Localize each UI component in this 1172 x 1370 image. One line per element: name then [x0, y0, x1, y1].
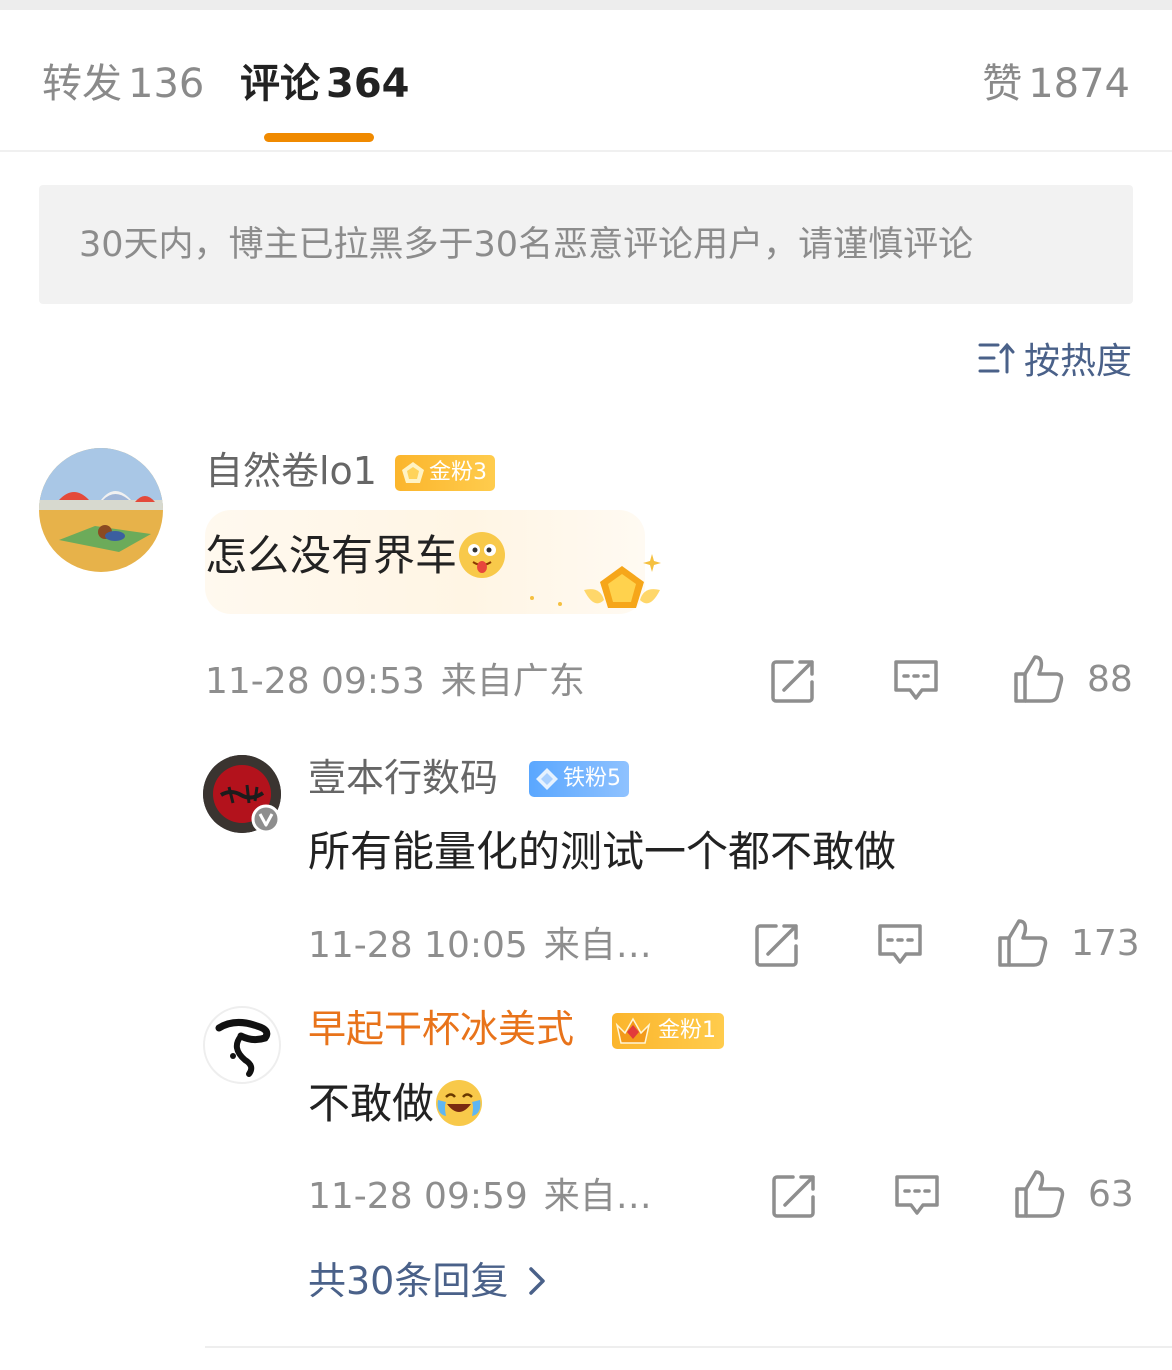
more-replies-label: 共30条回复	[308, 1259, 509, 1303]
divider	[205, 1346, 1172, 1348]
diamond-icon	[536, 768, 558, 790]
thumbs-up-icon	[998, 919, 1048, 967]
like-button[interactable]: 173	[997, 918, 1140, 968]
view-all-replies-link[interactable]: 共30条回复	[308, 1258, 546, 1304]
comment-text: 怎么没有界车	[205, 530, 506, 582]
comment-icon	[895, 1175, 939, 1215]
fan-badge[interactable]: 金粉3	[395, 455, 495, 491]
reply-meta: 11-28 10:05 来自…	[308, 924, 652, 968]
share-button[interactable]	[754, 922, 800, 972]
like-count: 88	[1087, 658, 1133, 700]
reply-button[interactable]	[892, 658, 940, 708]
notice-text: 30天内，博主已拉黑多于30名恶意评论用户，请谨慎评论	[79, 225, 974, 265]
share-icon	[772, 1175, 815, 1218]
top-strip	[0, 0, 1172, 10]
tab-bar: 转发 136 评论 364 赞 1874	[0, 10, 1172, 152]
tab-likes[interactable]: 赞 1874	[982, 60, 1130, 108]
reply-text-content: 不敢做	[308, 1079, 435, 1128]
fan-badge[interactable]: 金粉1	[612, 1013, 724, 1049]
reply-time: 11-28 09:59	[308, 1176, 528, 1217]
sort-label: 按热度	[1023, 341, 1132, 382]
share-icon	[771, 660, 814, 703]
comment-icon	[894, 660, 938, 700]
reply-location: 来自…	[543, 925, 652, 966]
reply-button[interactable]	[876, 922, 924, 972]
gold-fan-icon	[402, 462, 424, 483]
gold-fan-bubble-emblem	[530, 554, 661, 608]
share-button[interactable]	[771, 1173, 817, 1223]
crown-icon	[615, 1017, 651, 1044]
reply-text: 不敢做	[308, 1078, 483, 1130]
tab-reposts[interactable]: 转发 136	[42, 60, 204, 108]
reply-username[interactable]: 早起干杯冰美式	[308, 1006, 574, 1052]
tab-comments-count: 364	[326, 61, 410, 107]
like-button[interactable]: 63	[1014, 1169, 1134, 1219]
laughing-tears-emoji-icon	[436, 1080, 483, 1126]
comment-text-content: 怎么没有界车	[205, 531, 458, 580]
reply-time: 11-28 10:05	[308, 925, 528, 966]
share-icon	[755, 924, 798, 967]
reply-location: 来自…	[543, 1176, 652, 1217]
reply-button[interactable]	[893, 1173, 941, 1223]
thumbs-up-icon	[1014, 655, 1064, 703]
fan-badge[interactable]: 铁粉5	[529, 761, 629, 797]
tab-reposts-label: 转发	[42, 61, 122, 107]
reply-username[interactable]: 壹本行数码	[308, 755, 498, 801]
fan-badge-label: 金粉1	[658, 1018, 716, 1043]
fan-badge-label: 铁粉5	[563, 766, 621, 791]
sort-button[interactable]: 按热度	[978, 334, 1132, 382]
comment-meta: 11-28 09:53 来自广东	[205, 660, 585, 704]
avatar[interactable]	[203, 1006, 281, 1084]
tab-comments-label: 评论	[240, 61, 320, 107]
fan-badge-label: 金粉3	[429, 460, 487, 485]
tab-likes-count: 1874	[1028, 61, 1130, 107]
reply-text: 所有能量化的测试一个都不敢做	[308, 827, 897, 876]
chevron-right-icon	[529, 1267, 546, 1295]
tongue-out-emoji-icon	[459, 532, 506, 578]
blocked-users-notice: 30天内，博主已拉黑多于30名恶意评论用户，请谨慎评论	[39, 185, 1133, 304]
share-button[interactable]	[770, 658, 816, 708]
avatar[interactable]	[39, 448, 163, 572]
like-button[interactable]: 88	[1013, 654, 1133, 704]
comment-username[interactable]: 自然卷lo1	[205, 448, 377, 494]
verified-icon	[251, 804, 281, 834]
tab-likes-label: 赞	[982, 61, 1023, 107]
comment-icon	[878, 924, 922, 964]
reply-meta: 11-28 09:59 来自…	[308, 1175, 652, 1219]
sort-icon	[978, 342, 1015, 374]
tab-comments[interactable]: 评论 364	[240, 60, 410, 108]
active-tab-indicator	[264, 133, 374, 142]
comment-location: 来自广东	[440, 661, 585, 702]
like-count: 63	[1088, 1173, 1134, 1215]
thumbs-up-icon	[1015, 1170, 1065, 1218]
like-count: 173	[1071, 922, 1140, 964]
comment-time: 11-28 09:53	[205, 661, 425, 702]
tab-reposts-count: 136	[128, 61, 205, 107]
